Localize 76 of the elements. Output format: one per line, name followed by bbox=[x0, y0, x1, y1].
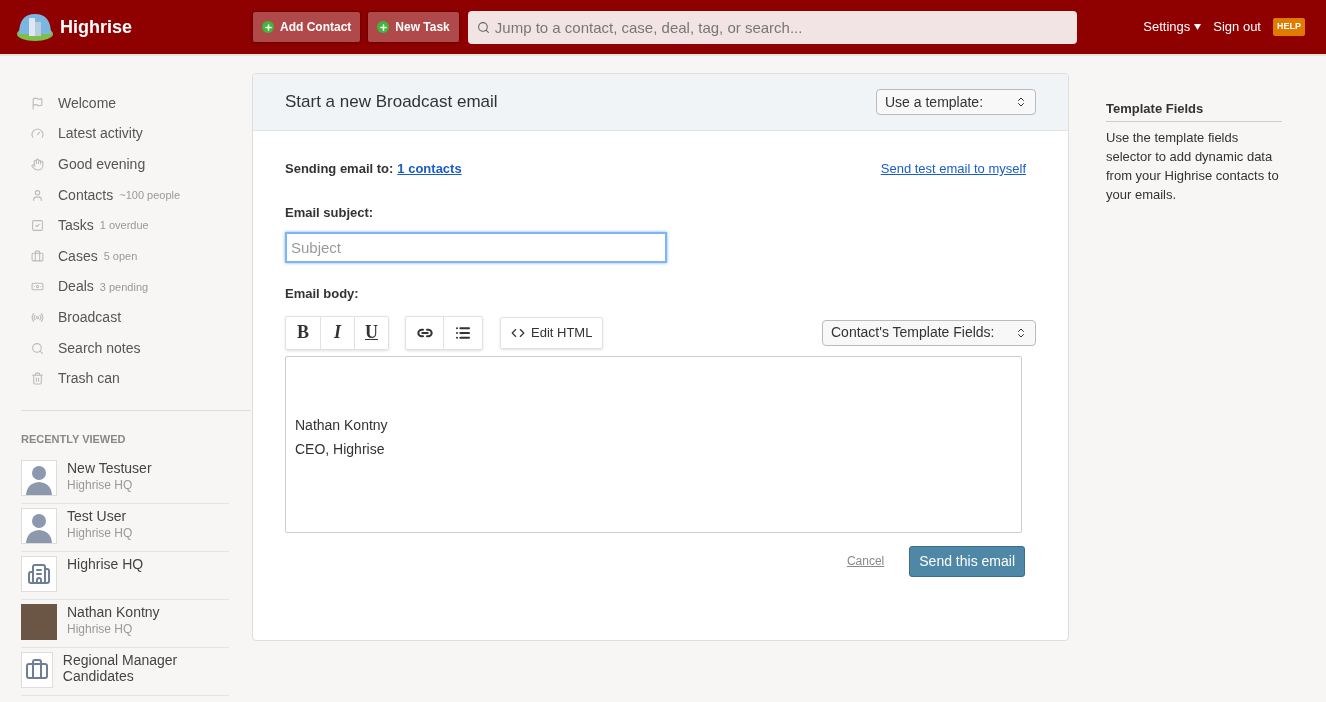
sidebar-item[interactable]: Cases 5 open bbox=[21, 240, 251, 272]
sidebar-item[interactable]: Latest activity bbox=[21, 118, 251, 150]
body-label: Email body: bbox=[285, 285, 360, 303]
format-button[interactable]: I bbox=[320, 316, 354, 349]
test-email-link[interactable]: Send test email to myself bbox=[880, 159, 1026, 179]
briefcase-icon bbox=[21, 652, 53, 689]
body-text-line: Nathan Kontny bbox=[295, 415, 389, 435]
recent-name: Regional Manager Candidates bbox=[62, 652, 179, 685]
briefcase-icon bbox=[31, 249, 44, 263]
search-icon bbox=[31, 341, 44, 355]
sidebar-item[interactable]: Tasks 1 overdue bbox=[21, 210, 251, 241]
format-button[interactable]: U bbox=[354, 316, 388, 349]
caret-icon bbox=[1194, 24, 1202, 30]
recent-company: Highrise HQ bbox=[67, 621, 134, 639]
recipients-link[interactable]: 1 contacts bbox=[397, 159, 462, 179]
building-icon bbox=[21, 556, 57, 593]
recent-name: Test User bbox=[67, 508, 128, 525]
up-down-arrows-icon bbox=[1015, 326, 1027, 339]
edit-html-button[interactable]: Edit HTML bbox=[500, 316, 604, 349]
plus-icon bbox=[262, 21, 274, 33]
broadcast-icon bbox=[31, 310, 44, 324]
section-heading: RECENTLY VIEWED bbox=[21, 431, 127, 447]
sidebar-item[interactable]: Contacts ~100 people bbox=[21, 179, 251, 211]
photo-placeholder bbox=[21, 604, 57, 641]
recent-name: New Testuser bbox=[67, 460, 152, 477]
sending-label: Sending email to: bbox=[285, 160, 394, 178]
sidebar-item[interactable]: Deals 3 pending bbox=[21, 271, 251, 303]
panel-title: Template Fields bbox=[1106, 99, 1282, 122]
hand-icon bbox=[31, 158, 44, 171]
recent-name: Highrise HQ bbox=[67, 556, 144, 573]
subject-field[interactable]: Subject bbox=[285, 232, 667, 263]
sidebar-item[interactable]: Trash can bbox=[21, 363, 251, 394]
up-down-arrows-icon bbox=[1015, 96, 1027, 108]
plus-icon bbox=[377, 21, 390, 33]
template-select[interactable]: Use a template: bbox=[876, 89, 1036, 115]
item-note: 5 open bbox=[103, 249, 138, 264]
header-button[interactable]: New Task bbox=[367, 11, 460, 43]
sidebar-item[interactable]: Welcome bbox=[21, 88, 251, 119]
format-button[interactable]: B bbox=[286, 316, 320, 349]
recent-name: Nathan Kontny bbox=[67, 604, 160, 621]
settings-menu[interactable]: Settings bbox=[1143, 17, 1202, 37]
body-text-line: CEO, Highrise bbox=[295, 439, 386, 459]
person-avatar bbox=[21, 508, 57, 545]
recent-item[interactable]: Test User Highrise HQ bbox=[21, 504, 229, 553]
cancel-link[interactable]: Cancel bbox=[846, 552, 885, 570]
gauge-icon bbox=[31, 127, 44, 141]
body-editor[interactable]: Nathan Kontny CEO, Highrise bbox=[285, 355, 1022, 533]
sign-out-link[interactable]: Sign out bbox=[1213, 17, 1261, 37]
subject-label: Email subject: bbox=[285, 203, 375, 222]
person-icon bbox=[31, 188, 44, 202]
list-icon bbox=[455, 324, 471, 341]
recent-company: Highrise HQ bbox=[67, 525, 133, 543]
trash-icon bbox=[31, 372, 44, 386]
send-button[interactable]: Send this email bbox=[909, 545, 1025, 577]
item-note: 1 overdue bbox=[99, 218, 149, 234]
recent-item[interactable]: Regional Manager Candidates bbox=[21, 648, 229, 697]
sidebar-item[interactable]: Good evening bbox=[21, 149, 251, 180]
item-note: 3 pending bbox=[99, 279, 149, 295]
template-fields-select[interactable]: Contact's Template Fields: bbox=[822, 319, 1036, 346]
item-note: ~100 people bbox=[119, 187, 181, 203]
flag-icon bbox=[31, 96, 44, 110]
checkbox-icon bbox=[31, 219, 44, 233]
recent-item[interactable]: Nathan Kontny Highrise HQ bbox=[21, 600, 229, 649]
person-avatar bbox=[21, 460, 57, 497]
recent-item[interactable]: Highrise HQ bbox=[21, 552, 229, 601]
composer-title: Start a new Broadcast email bbox=[285, 91, 498, 114]
search-field[interactable]: Jump to a contact, case, deal, tag, or search... bbox=[467, 10, 1077, 44]
sidebar-item[interactable]: Search notes bbox=[21, 332, 251, 364]
sidebar-item[interactable]: Broadcast bbox=[21, 302, 251, 333]
logo-text: Highrise bbox=[60, 15, 133, 39]
recent-company: Highrise HQ bbox=[67, 477, 134, 495]
recent-item[interactable]: New Testuser Highrise HQ bbox=[21, 456, 229, 505]
search-icon bbox=[476, 20, 490, 34]
logo-icon bbox=[16, 12, 54, 42]
header-button[interactable]: Add Contact bbox=[252, 11, 362, 43]
panel-text: Use the template fields selector to add dynamic data from your Highrise contacts to your emails. bbox=[1106, 128, 1280, 204]
